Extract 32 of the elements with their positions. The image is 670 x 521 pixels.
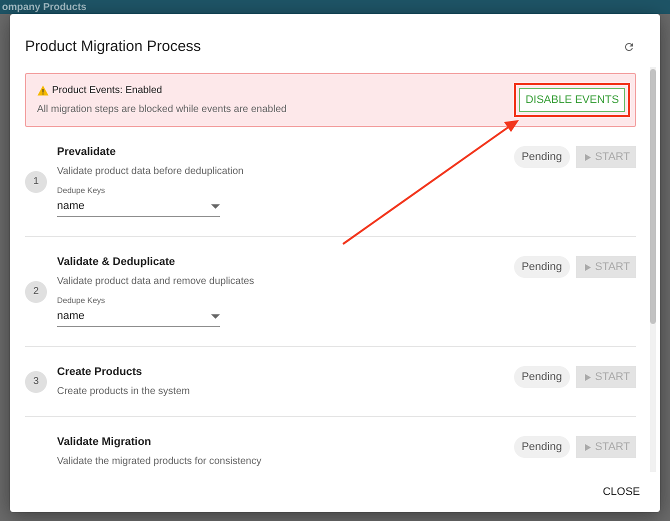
status-chip: Pending [514,366,570,388]
field-label: Dedupe Keys [57,296,106,305]
step-title: Validate Migration [57,436,152,448]
scrollbar[interactable] [650,67,656,472]
status-chip: Pending [514,256,570,278]
step-number: 1 [25,170,47,192]
step-description: Validate product data before deduplication [57,166,245,177]
step-title: Validate & Deduplicate [57,256,176,268]
play-icon [584,374,591,380]
disable-events-button[interactable]: DISABLE EVENTS [519,88,625,112]
dialog-title: Product Migration Process [25,38,201,55]
play-icon [584,264,591,270]
dropdown-caret-icon [211,314,220,318]
step-number: 2 [25,280,47,302]
dropdown-caret-icon [211,204,220,208]
alert-message: All migration steps are blocked while events are enabled [37,104,287,115]
page-title: ompany Products [1,2,86,12]
step-title: Create Products [57,366,143,378]
status-chip: Pending [514,436,570,458]
step-description: Validate product data and remove duplicates [57,276,256,287]
step-description: Validate the migrated products for consistency [57,456,262,467]
status-chip: Pending [514,146,570,168]
play-icon [584,154,591,160]
field-label: Dedupe Keys [57,186,106,195]
close-button[interactable]: CLOSE [598,482,644,502]
alert-title: Product Events: Enabled [52,85,162,96]
warning-icon [37,85,49,96]
step-title: Prevalidate [57,146,117,158]
step-number: 3 [25,370,47,392]
play-icon [584,444,591,450]
refresh-icon[interactable] [623,40,635,52]
step-description: Create products in the system [57,386,191,397]
